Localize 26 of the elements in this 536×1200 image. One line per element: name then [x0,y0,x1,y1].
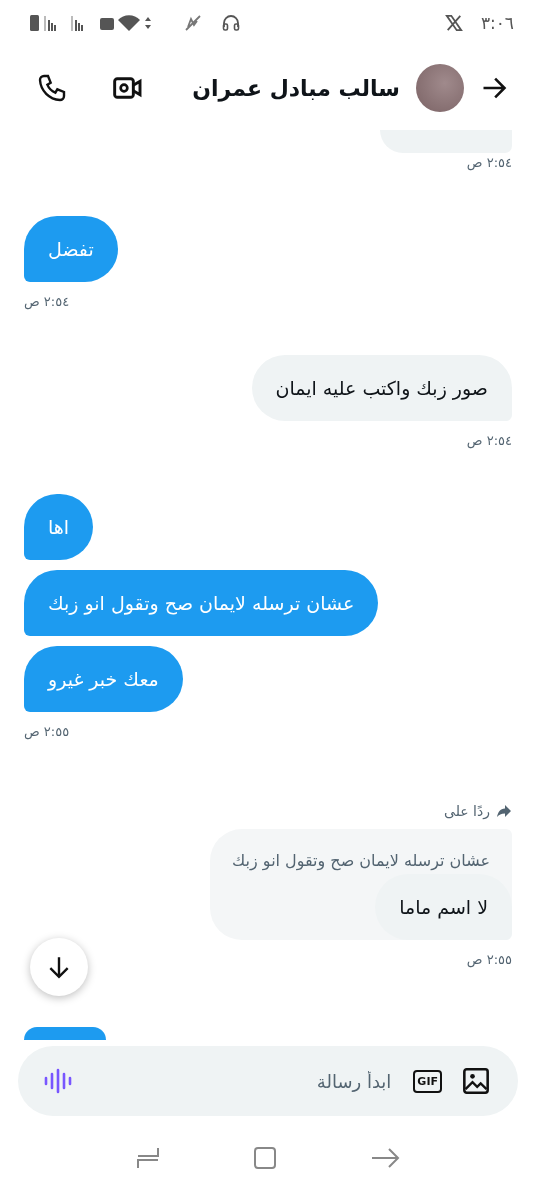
back-nav-icon[interactable] [369,1146,400,1170]
phone-icon[interactable] [36,72,68,104]
message-bubble[interactable]: لا اسم ماما [375,873,512,940]
home-nav-icon[interactable] [253,1146,277,1170]
message-bubble[interactable]: اها [24,493,94,560]
contact-avatar[interactable] [416,64,464,112]
message-time: ٢:٥٥ ص [466,951,512,967]
reply-icon [496,802,512,819]
status-time: ٣:٠٦ [480,13,514,33]
contact-name[interactable]: سالب مبادل عمران [192,75,400,101]
image-icon[interactable] [462,1067,490,1095]
reply-label: ردًا على [444,802,490,819]
gif-button[interactable]: GIF [413,1069,442,1093]
message-bubble[interactable]: تفضل [24,215,118,282]
message-bubble[interactable]: صور زبك واكتب عليه ايمان [251,354,512,421]
headphones-icon [221,13,241,33]
message-time: ٢:٥٤ ص [24,293,70,309]
message-time: ٢:٥٤ ص [466,154,512,170]
message-time: ٢:٥٤ ص [466,432,512,448]
message-bubble[interactable]: عشان ترسله لايمان صح وتقول انو زبك [24,569,379,636]
message-time: ٢:٥٥ ص [24,723,70,739]
recents-nav-icon[interactable] [136,1146,161,1170]
x-icon [444,14,463,32]
message-bubble[interactable]: معك خبر غيرو [24,645,183,712]
voice-icon[interactable] [44,1067,72,1095]
scroll-down-button[interactable] [30,938,88,996]
